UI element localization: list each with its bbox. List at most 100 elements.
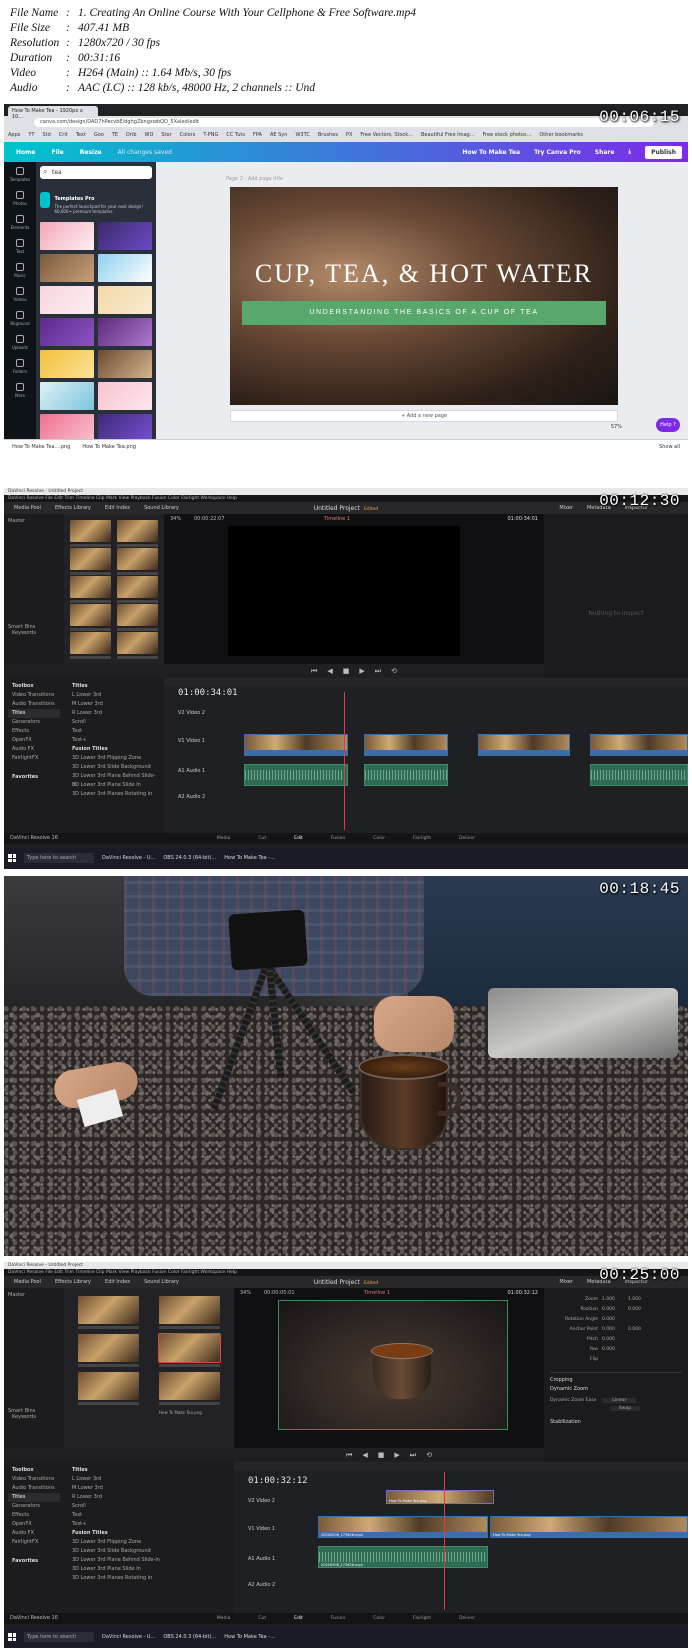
fx-audio-fx[interactable]: Audio FX	[8, 1529, 60, 1538]
template-thumb[interactable]	[98, 318, 152, 346]
fx-favorites[interactable]: Favorites	[8, 1557, 60, 1566]
fx-openfx[interactable]: OpenFX	[8, 736, 60, 745]
track-v2[interactable]: V2 Video 2	[248, 1498, 275, 1504]
resize-button[interactable]: Resize	[80, 149, 102, 156]
keywords-bin[interactable]: Keywords	[8, 1414, 60, 1420]
audio-clip[interactable]	[244, 764, 348, 786]
bookmark-item[interactable]: Text	[76, 132, 86, 138]
windows-start-icon[interactable]	[8, 854, 16, 862]
swap-button[interactable]: Swap	[610, 1406, 640, 1411]
design-subtitle[interactable]: UNDERSTANDING THE BASICS OF A CUP OF TEA	[242, 301, 606, 325]
inspector-x-value[interactable]: 0.000	[602, 1347, 628, 1352]
media-clip[interactable]	[158, 1333, 221, 1367]
fx-toolbox[interactable]: Toolbox	[8, 1466, 60, 1475]
title-item[interactable]: Text	[68, 1511, 230, 1520]
home-button[interactable]: Home	[16, 149, 35, 156]
taskbar-app[interactable]: How To Make Tea -...	[224, 855, 275, 861]
template-thumb[interactable]	[40, 286, 94, 314]
template-thumb[interactable]	[98, 254, 152, 282]
viewer-screen[interactable]	[228, 526, 460, 656]
stabilization-section[interactable]: Stabilization	[550, 1419, 682, 1425]
viewer-screen[interactable]	[278, 1300, 508, 1430]
title-item[interactable]: R Lower 3rd	[68, 709, 160, 718]
page-edit[interactable]: Edit	[294, 836, 303, 841]
video-clip[interactable]: How To Make Tea.png	[490, 1516, 688, 1538]
title-clip[interactable]: How To Make Tea.png	[386, 1490, 494, 1504]
skip-start-icon[interactable]: ⏮	[346, 1451, 352, 1460]
bookmark-item[interactable]: T-PNG	[203, 132, 218, 138]
inspector-y-value[interactable]: 1.000	[628, 1297, 654, 1302]
fx-titles[interactable]: Titles	[8, 1493, 60, 1502]
track-v1[interactable]: V1 Video 1	[248, 1526, 275, 1532]
template-search-input[interactable]: tea	[40, 166, 152, 179]
fx-generators[interactable]: Generators	[8, 718, 60, 727]
media-clip[interactable]	[78, 1372, 139, 1405]
page-color[interactable]: Color	[373, 1616, 385, 1621]
title-item[interactable]: 3D Lower 3rd Slide Background	[68, 1547, 230, 1556]
inspector-y-value[interactable]: 0.000	[628, 1307, 654, 1312]
media-clip[interactable]	[117, 520, 158, 547]
inspector-x-value[interactable]: 0.000	[602, 1307, 628, 1312]
title-item[interactable]: 3D Lower 3rd Plane Behind Slide-In	[68, 772, 160, 788]
title-item[interactable]: Text+	[68, 1520, 230, 1529]
media-clip[interactable]	[70, 520, 111, 547]
track-a1[interactable]: A1 Audio 1	[178, 768, 205, 774]
title-item[interactable]: Scroll	[68, 718, 160, 727]
audio-clip[interactable]	[590, 764, 688, 786]
page-label[interactable]: Page 2 - Add page title	[226, 176, 283, 182]
rail-elements[interactable]: Elements	[4, 210, 36, 234]
rail-templates[interactable]: Templates	[4, 162, 36, 186]
template-thumb[interactable]	[40, 254, 94, 282]
zoom-level[interactable]: 57%	[611, 424, 622, 430]
title-item[interactable]: 3D Lower 3rd Slide Background	[68, 763, 160, 772]
video-clip[interactable]	[478, 734, 570, 756]
bookmark-item[interactable]: Colors	[180, 132, 196, 138]
rail-folders[interactable]: Folders	[4, 354, 36, 378]
title-item[interactable]: R Lower 3rd	[68, 1493, 230, 1502]
sound-library-button[interactable]: Sound Library	[144, 505, 179, 511]
title-item[interactable]: Scroll	[68, 1502, 230, 1511]
menu-bar[interactable]: DaVinci Resolve File Edit Trim Timeline …	[4, 495, 688, 502]
fx-titles[interactable]: Titles	[8, 709, 60, 718]
loop-icon[interactable]: ⟲	[426, 1451, 432, 1459]
page-cut[interactable]: Cut	[258, 1616, 266, 1621]
bookmark-item[interactable]: Goo	[94, 132, 104, 138]
reverse-icon[interactable]: ◀	[362, 1451, 367, 1459]
fx-fairlightfx[interactable]: FairlightFX	[8, 754, 60, 763]
reverse-icon[interactable]: ◀	[327, 667, 332, 675]
page-fusion[interactable]: Fusion	[331, 836, 345, 841]
bookmark-item[interactable]: Free Vectors, Stock...	[360, 132, 413, 138]
media-clip[interactable]	[159, 1372, 220, 1405]
template-thumb[interactable]	[40, 318, 94, 346]
template-thumb[interactable]	[40, 350, 94, 378]
bookmark-item[interactable]: Beautiful Free Imag...	[421, 132, 475, 138]
video-clip[interactable]: 20200506_173626.mp4	[318, 1516, 488, 1538]
stop-icon[interactable]: ■	[343, 667, 350, 675]
media-clip[interactable]	[117, 604, 158, 631]
title-item[interactable]: 3D Lower 3rd Planes Rotating In	[68, 790, 160, 799]
page-color[interactable]: Color	[373, 836, 385, 841]
taskbar-app[interactable]: OBS 24.0.3 (64-bit)...	[163, 1634, 216, 1640]
media-pool-button[interactable]: Media Pool	[14, 1279, 41, 1285]
inspector-x-value[interactable]: 0.000	[602, 1317, 628, 1322]
media-clip[interactable]	[117, 548, 158, 575]
fx-favorites[interactable]: Favorites	[8, 773, 60, 782]
track-a2[interactable]: A2 Audio 2	[248, 1582, 275, 1588]
track-a1[interactable]: A1 Audio 1	[248, 1556, 275, 1562]
media-clip[interactable]	[159, 1296, 220, 1329]
media-clip[interactable]	[117, 632, 158, 659]
taskbar-app[interactable]: DaVinci Resolve - U...	[102, 1634, 155, 1640]
media-clip[interactable]	[78, 1334, 139, 1367]
rail-music[interactable]: Music	[4, 258, 36, 282]
playhead[interactable]	[444, 1472, 445, 1610]
rail-photos[interactable]: Photos	[4, 186, 36, 210]
taskbar-app[interactable]: How To Make Tea -...	[224, 1634, 275, 1640]
timeline-name[interactable]: Timeline 1	[324, 516, 350, 522]
title-item[interactable]: 3D Lower 3rd Flipping Zone	[68, 1538, 230, 1547]
rail-text[interactable]: Text	[4, 234, 36, 258]
inspector-x-value[interactable]: 0.000	[602, 1327, 628, 1332]
inspector-y-value[interactable]: 0.000	[628, 1327, 654, 1332]
master-bin[interactable]: Master	[8, 518, 60, 524]
page-fairlight[interactable]: Fairlight	[413, 836, 431, 841]
play-icon[interactable]: ▶	[394, 1451, 399, 1459]
